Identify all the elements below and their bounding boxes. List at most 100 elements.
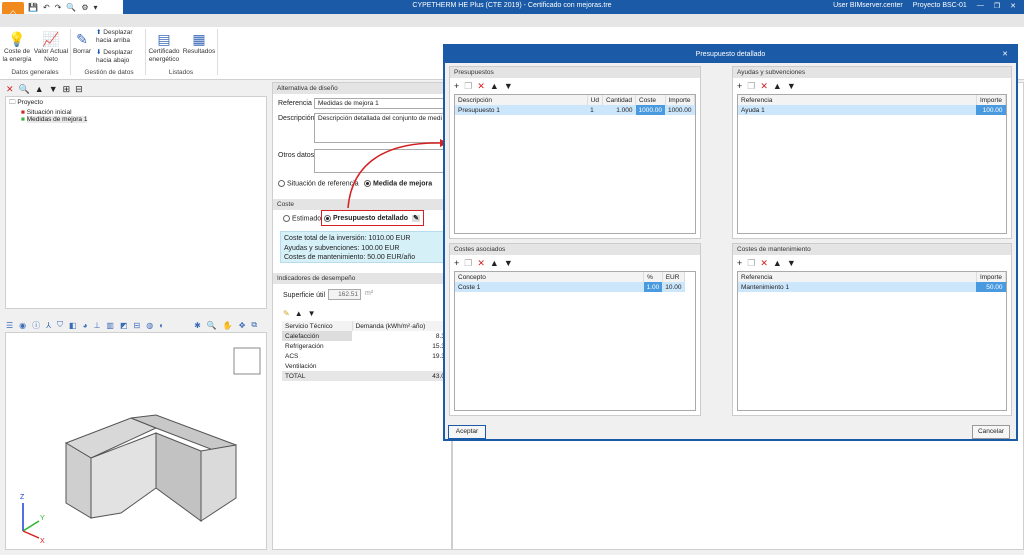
- close-button[interactable]: ✕: [1010, 2, 1016, 10]
- up-icon[interactable]: ▲: [490, 81, 499, 91]
- section-header: Alternativa de diseño: [273, 83, 451, 94]
- pencil-icon[interactable]: ✎: [283, 309, 290, 318]
- tree-item[interactable]: ■ Medidas de mejora 1: [9, 116, 263, 123]
- axis-z-label: Z: [20, 494, 25, 501]
- certificate-button[interactable]: ▤ Certificado energético: [147, 30, 181, 64]
- tree-root[interactable]: 🗀 Proyecto: [9, 98, 263, 109]
- wall-icon[interactable]: ▥: [106, 321, 114, 330]
- down-icon[interactable]: ▼: [308, 309, 316, 318]
- tree-item[interactable]: ■ Situación inicial: [9, 109, 263, 116]
- energy-cost-button[interactable]: 💡 Coste de la energía: [2, 30, 32, 64]
- save-icon[interactable]: 💾: [28, 3, 38, 12]
- user-link[interactable]: User BIMserver.center: [833, 2, 903, 10]
- table-row[interactable]: Calefacción8.32: [282, 331, 452, 341]
- dialog-close-button[interactable]: ✕: [1002, 46, 1008, 63]
- table-row[interactable]: Ayuda 1 100.00: [738, 105, 1006, 115]
- budgets-table: Descripción Ud Cantidad Coste Importe Presup…: [454, 94, 696, 234]
- table-row[interactable]: TOTAL 43.01: [282, 371, 452, 381]
- project-link[interactable]: Proyecto BSC-01: [913, 2, 967, 10]
- window-icon[interactable]: ⧉: [251, 320, 257, 330]
- collapse-icon[interactable]: ⊟: [75, 84, 83, 95]
- grid-icon[interactable]: ⊟: [134, 321, 141, 330]
- grants-table: Referencia Importe Ayuda 1 100.00: [737, 94, 1007, 234]
- delete-button[interactable]: ✎ Borrar: [72, 30, 92, 56]
- delete-icon[interactable]: ✕: [477, 258, 485, 269]
- hide-icon[interactable]: ◐: [159, 321, 164, 330]
- up-icon[interactable]: ▲: [295, 309, 303, 318]
- reference-input[interactable]: Medidas de mejora 1: [314, 98, 454, 109]
- axis-y-label: Y: [40, 515, 45, 522]
- cube-icon[interactable]: ◧: [69, 321, 77, 330]
- minimize-button[interactable]: —: [977, 2, 984, 10]
- unit-label: m²: [365, 290, 374, 297]
- down-icon[interactable]: ▼: [787, 258, 796, 268]
- search-icon[interactable]: 🔍: [66, 3, 76, 12]
- up-icon[interactable]: ▲: [773, 258, 782, 268]
- move-down-button[interactable]: ⬇ Desplazar hacia abajo: [96, 49, 146, 65]
- up-icon[interactable]: ▲: [773, 81, 782, 91]
- folder-icon: 🗀: [9, 99, 16, 106]
- settings-icon[interactable]: ⚙: [81, 3, 88, 12]
- label: Referencia: [278, 100, 312, 107]
- table-row[interactable]: ACS 19.34: [282, 351, 452, 361]
- accept-button[interactable]: Aceptar: [448, 425, 486, 439]
- budgets-section: Presupuestos + ❐ ✕ ▲ ▼ Descripción Ud Cantidad…: [449, 66, 701, 239]
- copy-icon[interactable]: ❐: [747, 258, 755, 269]
- callout-arrow: [347, 139, 448, 209]
- table-row[interactable]: Coste 1 1.00 10.00: [455, 282, 685, 292]
- axes-icon[interactable]: ⅄: [46, 321, 51, 330]
- title-bar: CYPETHERM HE Plus (CTE 2019) - Certifica…: [0, 0, 1024, 14]
- eye-icon[interactable]: ◕: [83, 321, 88, 330]
- down-icon[interactable]: ▼: [49, 84, 58, 94]
- radio-detailed-budget[interactable]: Presupuesto detallado ✎: [321, 210, 424, 226]
- down-icon[interactable]: ▼: [787, 81, 796, 91]
- add-icon[interactable]: +: [737, 81, 742, 91]
- table-row[interactable]: Ventilación: [282, 361, 452, 371]
- plan-icon[interactable]: ◩: [120, 321, 128, 330]
- npv-button[interactable]: 📈 Valor Actual Neto: [33, 30, 69, 64]
- view-icon[interactable]: ◉: [19, 321, 26, 330]
- expand-icon[interactable]: ⊞: [63, 84, 71, 95]
- table-row[interactable]: Presupuesto 1 1 1.000 1000.00 1000.00: [455, 105, 695, 115]
- view-cube[interactable]: [233, 347, 261, 375]
- delete-icon[interactable]: ✕: [760, 258, 768, 269]
- copy-icon[interactable]: ❐: [464, 81, 472, 92]
- pan-icon[interactable]: ✋: [223, 321, 233, 330]
- add-icon[interactable]: +: [454, 81, 459, 91]
- restore-button[interactable]: ❐: [994, 2, 1000, 10]
- 3d-view[interactable]: Z Y X: [5, 332, 267, 550]
- add-icon[interactable]: +: [454, 258, 459, 268]
- copy-icon[interactable]: ❐: [747, 81, 755, 92]
- orbit-icon[interactable]: ✥: [239, 321, 246, 330]
- table-row[interactable]: Mantenimiento 1 50.00: [738, 282, 1006, 292]
- house-icon: ■: [21, 116, 25, 123]
- delete-icon[interactable]: ✕: [760, 81, 768, 92]
- search-icon[interactable]: 🔍: [19, 84, 30, 95]
- up-icon[interactable]: ▲: [35, 84, 44, 94]
- down-icon[interactable]: ▼: [504, 81, 513, 91]
- dropdown-icon[interactable]: ▾: [94, 3, 98, 12]
- radio-estimated[interactable]: Estimado: [283, 215, 321, 222]
- results-button[interactable]: ▦ Resultados: [182, 30, 216, 56]
- table-row[interactable]: Refrigeración 15.35: [282, 341, 452, 351]
- copy-icon[interactable]: ❐: [464, 258, 472, 269]
- zoom-icon[interactable]: 🔍: [207, 321, 217, 330]
- shield-icon[interactable]: ⛉: [57, 320, 63, 330]
- delete-icon[interactable]: ✕: [477, 81, 485, 92]
- info-icon[interactable]: ⓘ: [32, 320, 40, 331]
- indicators-table: Servicio Técnico Demanda (kWh/m²·año) Cal…: [282, 321, 453, 381]
- layers-icon[interactable]: ☰: [6, 321, 13, 330]
- move-up-button[interactable]: ⬆ Desplazar hacia arriba: [96, 29, 146, 45]
- tree-toolbar: ✕ 🔍 ▲ ▼ ⊞ ⊟: [6, 83, 83, 95]
- undo-icon[interactable]: ↶: [43, 3, 50, 12]
- section-icon[interactable]: ⊥: [93, 321, 100, 330]
- edit-budget-icon[interactable]: ✎: [412, 215, 420, 222]
- down-icon[interactable]: ▼: [504, 258, 513, 268]
- add-icon[interactable]: +: [737, 258, 742, 268]
- zoom-all-icon[interactable]: ✱: [194, 321, 201, 330]
- up-icon[interactable]: ▲: [490, 258, 499, 268]
- render-icon[interactable]: ◍: [146, 321, 153, 330]
- redo-icon[interactable]: ↷: [55, 3, 62, 12]
- cancel-button[interactable]: Cancelar: [972, 425, 1010, 439]
- delete-icon[interactable]: ✕: [6, 84, 14, 95]
